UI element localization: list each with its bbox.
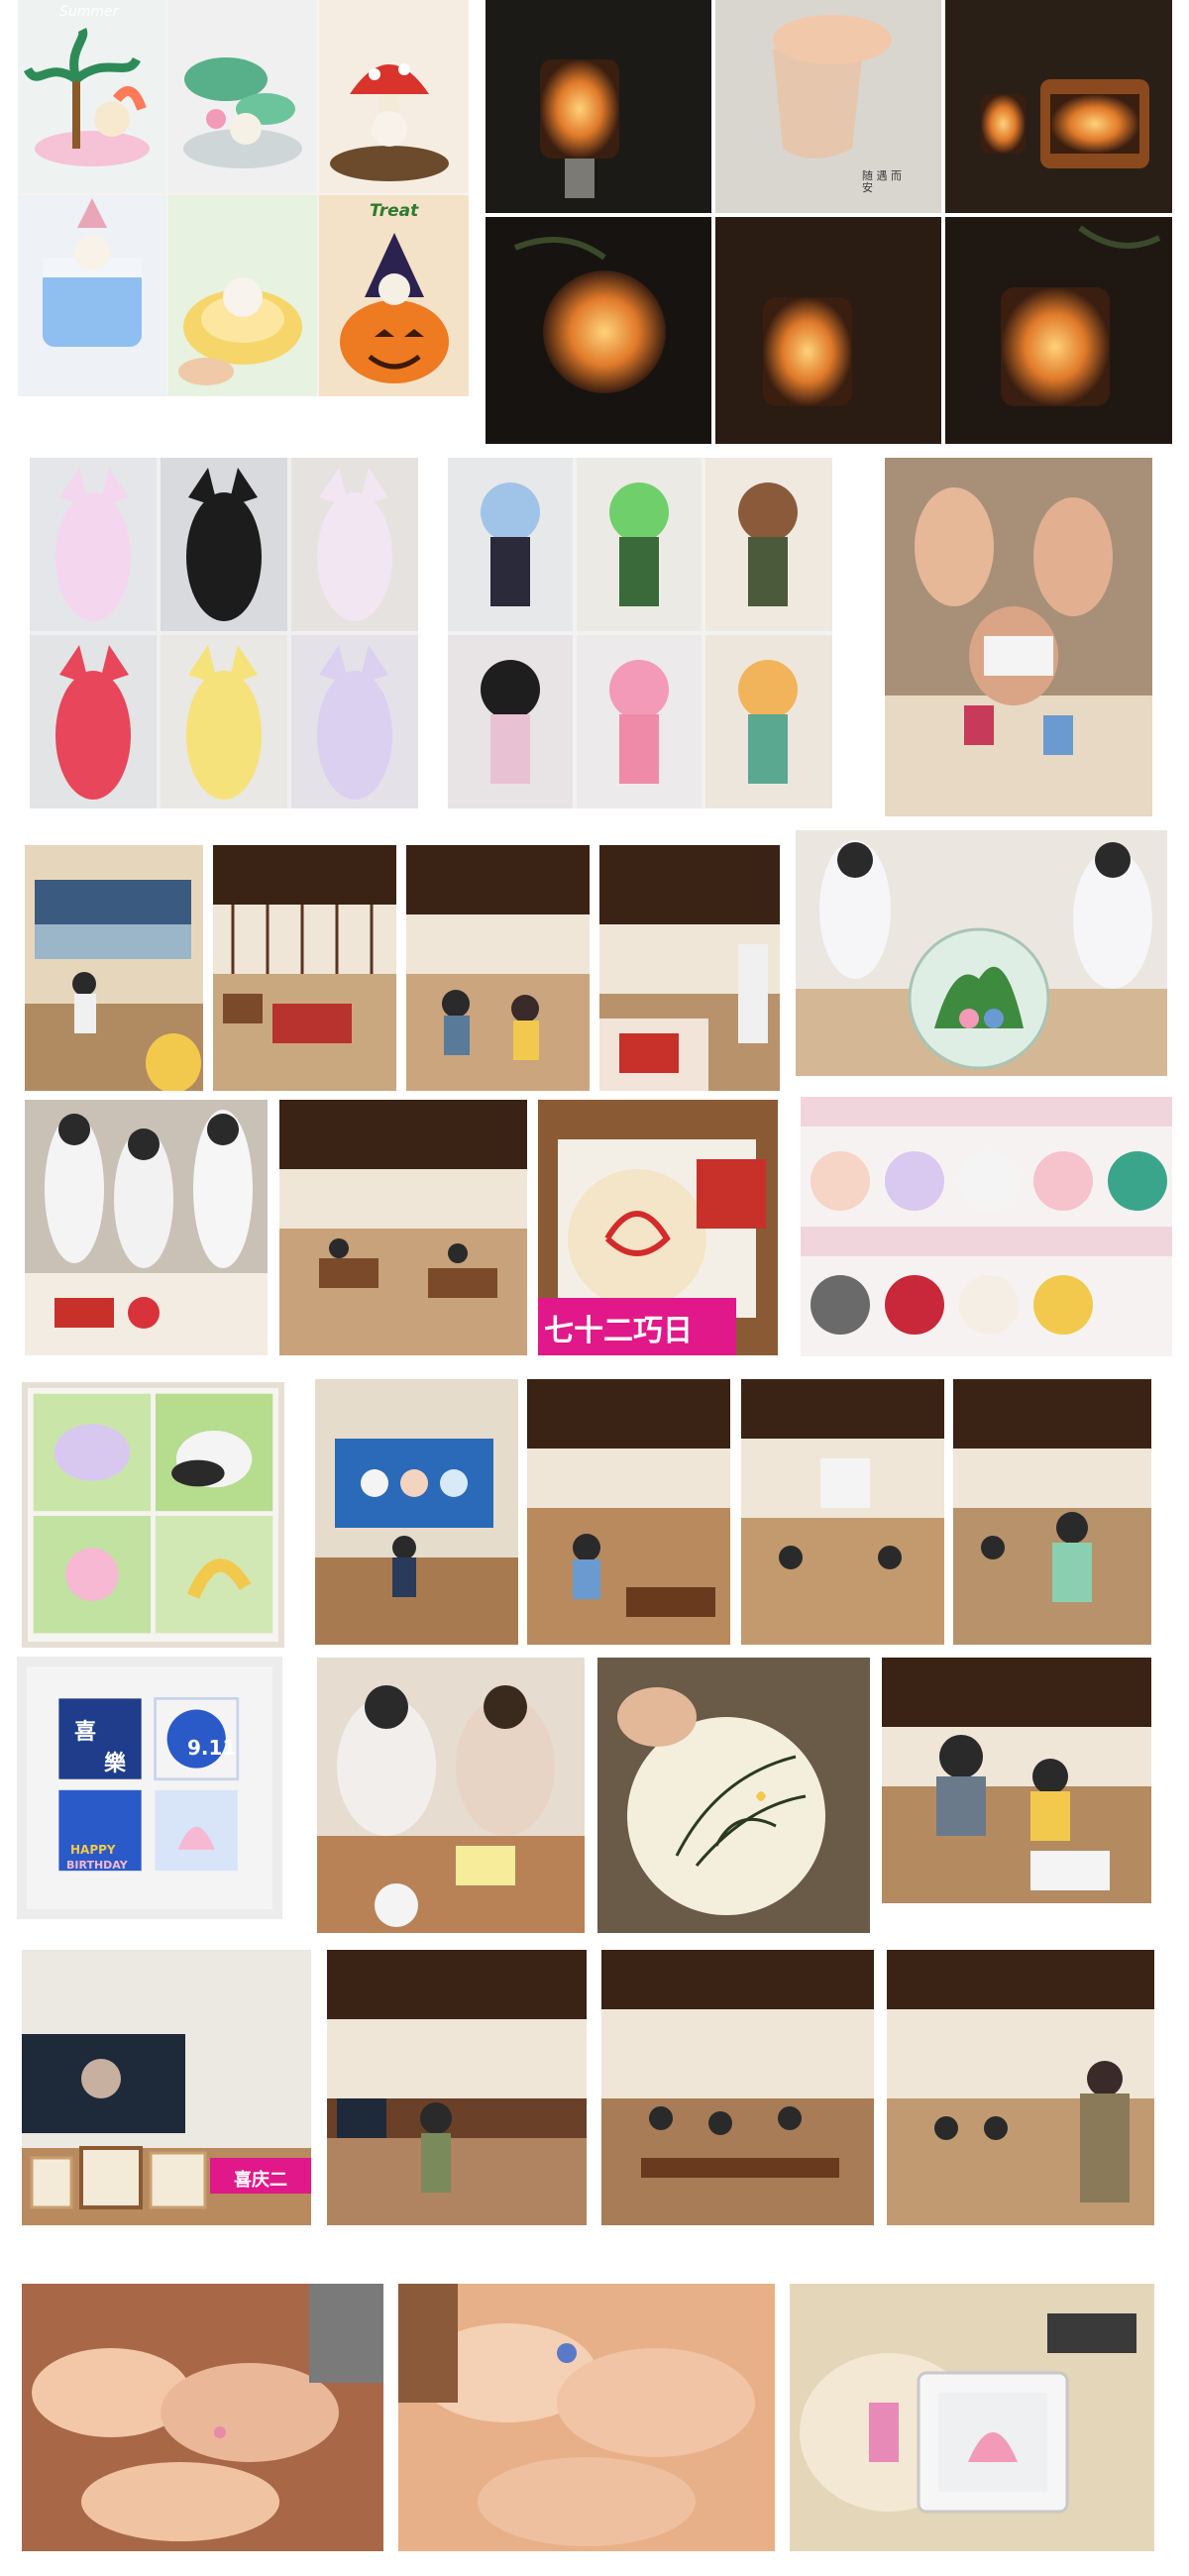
frame-top-left-caption: 喜 bbox=[74, 1720, 97, 1745]
hall-workshop-photo-1 bbox=[213, 845, 396, 1091]
classroom-crowd-photo-1 bbox=[327, 1950, 587, 2225]
banner-row5-caption: 喜庆二 bbox=[234, 2170, 287, 2191]
summer-caption: Summer bbox=[59, 4, 119, 20]
hall-attendees-photo-1 bbox=[527, 1379, 730, 1645]
frame-top-mid-caption: 樂 bbox=[104, 1752, 127, 1776]
hall-session-photo bbox=[279, 1100, 527, 1355]
candle-jar-collage: 随 遇 而安 bbox=[486, 0, 1172, 444]
hall-workshop-photo-3 bbox=[599, 845, 780, 1091]
hall-attendees-photo-3 bbox=[953, 1379, 1151, 1645]
hands-closeup-photo-1 bbox=[22, 2284, 383, 2551]
painting-table-photo bbox=[882, 1658, 1151, 1903]
finished-craft-box-photo bbox=[790, 2284, 1154, 2551]
hands-crafting-photo bbox=[885, 458, 1152, 816]
frame-date-caption: 9.11 bbox=[187, 1736, 237, 1760]
jar-label-caption: 随 遇 而安 bbox=[862, 169, 902, 194]
hall-attendees-photo-2 bbox=[741, 1379, 944, 1645]
clay-figurine-collage: Summer Treat bbox=[18, 0, 469, 396]
framed-art-display-photo: 喜庆二 bbox=[22, 1950, 311, 2225]
orchid-fan-painting-photo bbox=[597, 1658, 870, 1933]
frame-happy-caption: HAPPY bbox=[70, 1843, 116, 1857]
red-print-closeup-photo: 七十二巧日 bbox=[538, 1100, 778, 1355]
hands-closeup-photo-2 bbox=[398, 2284, 775, 2551]
terrarium-class-photo bbox=[796, 830, 1167, 1076]
bear-figurine-collage bbox=[801, 1097, 1172, 1356]
cat-figurine-collage bbox=[30, 458, 418, 808]
students-printing-photo bbox=[25, 1100, 268, 1355]
classroom-crowd-photo-3 bbox=[887, 1950, 1154, 2225]
quilled-art-frame-panda bbox=[22, 1382, 284, 1648]
classroom-lecture-photo bbox=[25, 845, 203, 1091]
birthday-shadowbox-frame: 喜 樂 9.11 HAPPY BIRTHDAY bbox=[17, 1657, 282, 1919]
classroom-crowd-photo-2 bbox=[601, 1950, 874, 2225]
hall-workshop-photo-2 bbox=[406, 845, 590, 1091]
banner-row3-caption: 七十二巧日 bbox=[544, 1314, 693, 1348]
doll-figurine-collage bbox=[448, 458, 832, 808]
treat-caption: Treat bbox=[370, 201, 419, 221]
lecture-presentation-photo bbox=[315, 1379, 518, 1645]
fan-painting-class-photo bbox=[317, 1658, 585, 1933]
frame-birthday-caption: BIRTHDAY bbox=[66, 1859, 128, 1872]
